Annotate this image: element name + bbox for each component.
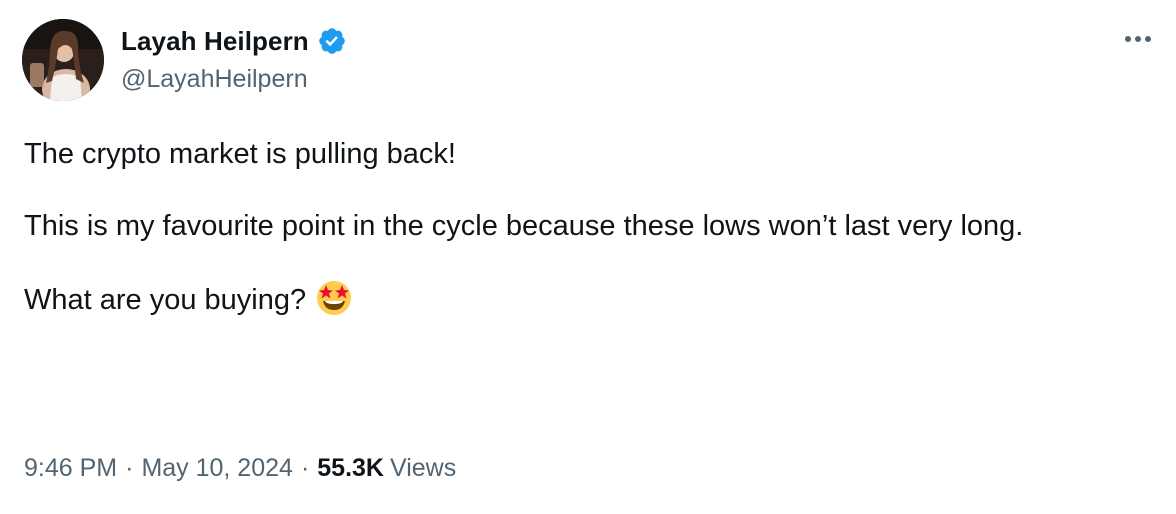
tweet-meta: 9:46 PM · May 10, 2024 · 55.3K Views xyxy=(24,450,456,486)
author-display-name[interactable]: Layah Heilpern xyxy=(121,26,309,57)
more-options-button[interactable] xyxy=(1118,24,1158,54)
avatar-photo xyxy=(22,19,104,101)
tweet-paragraph-last: What are you buying? xyxy=(24,277,1154,322)
tweet-card: Layah Heilpern @LayahHeilpern The crypto… xyxy=(0,0,1176,514)
more-horizontal-icon xyxy=(1125,36,1151,42)
tweet-paragraph: This is my favourite point in the cycle … xyxy=(24,210,1024,242)
tweet-time[interactable]: 9:46 PM xyxy=(24,454,117,482)
avatar[interactable] xyxy=(22,19,104,101)
tweet-date[interactable]: May 10, 2024 xyxy=(141,454,293,482)
meta-separator: · xyxy=(125,454,134,482)
author-name-row: Layah Heilpern xyxy=(121,24,347,58)
views-label: Views xyxy=(389,454,457,482)
author-handle[interactable]: @LayahHeilpern xyxy=(121,62,308,96)
tweet-text: The crypto market is pulling back! This … xyxy=(24,133,1154,322)
tweet-question: What are you buying? xyxy=(24,284,307,316)
tweet-paragraph: The crypto market is pulling back! xyxy=(24,138,456,170)
views-count: 55.3K xyxy=(317,454,384,482)
verified-badge-icon xyxy=(317,26,347,56)
star-struck-emoji-icon xyxy=(314,277,354,317)
meta-separator: · xyxy=(300,454,310,482)
